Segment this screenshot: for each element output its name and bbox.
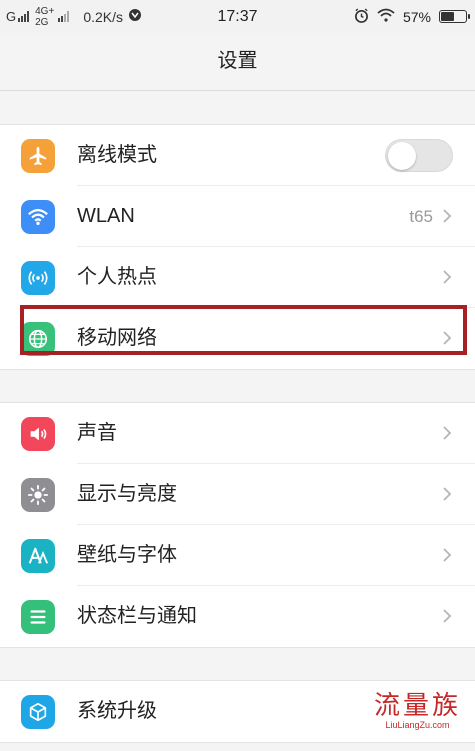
settings-item-label: 壁纸与字体 — [77, 544, 177, 566]
chevron-right-icon — [443, 331, 452, 345]
settings-item-label: 个人热点 — [77, 266, 157, 288]
page-title: 设置 — [217, 50, 258, 72]
settings-item-airplane-mode[interactable]: 离线模式 — [0, 125, 475, 186]
airplane-mode-toggle[interactable] — [385, 139, 453, 172]
chevron-right-icon — [443, 548, 452, 562]
settings-group-display: 声音 显示与亮度 壁纸与字体 状态栏与通知 — [0, 402, 475, 648]
battery-icon — [439, 10, 470, 23]
settings-item-label: 系统升级 — [77, 700, 157, 722]
notification-icon — [21, 600, 55, 634]
brightness-icon — [21, 478, 55, 512]
globe-icon — [21, 322, 55, 356]
settings-item-label: 状态栏与通知 — [77, 605, 197, 627]
airplane-icon — [21, 139, 55, 173]
settings-item-label: 离线模式 — [77, 144, 157, 166]
settings-item-label: WLAN — [77, 205, 135, 227]
settings-item-display-brightness[interactable]: 显示与亮度 — [0, 464, 475, 525]
alarm-icon — [354, 7, 369, 26]
chevron-right-icon — [443, 426, 452, 440]
settings-item-wallpaper-font[interactable]: 壁纸与字体 — [0, 525, 475, 586]
wifi-icon — [21, 200, 55, 234]
watermark: 流量族 LiuLiangZu.com — [374, 692, 461, 731]
status-bar: G 4G+ 2G 0.2K/s 17:37 57% — [0, 0, 475, 33]
speaker-icon — [21, 417, 55, 451]
watermark-logo: 流量族 — [373, 691, 461, 721]
settings-item-sound[interactable]: 声音 — [0, 403, 475, 464]
settings-item-label: 显示与亮度 — [77, 483, 177, 505]
settings-item-hotspot[interactable]: 个人热点 — [0, 247, 475, 308]
settings-item-statusbar-notifications[interactable]: 状态栏与通知 — [0, 586, 475, 647]
font-icon — [21, 539, 55, 573]
chevron-right-icon — [443, 487, 452, 501]
hotspot-icon — [21, 261, 55, 295]
chevron-right-icon — [443, 209, 452, 223]
watermark-url: LiuLiangZu.com — [385, 720, 450, 730]
settings-item-label: 移动网络 — [77, 327, 157, 349]
settings-item-wlan[interactable]: WLAN t65 — [0, 186, 475, 247]
settings-group-network: 离线模式 WLAN t65 个人热点 移动网络 — [0, 124, 475, 370]
settings-item-label: 声音 — [77, 422, 117, 444]
title-bar: 设置 — [0, 33, 475, 91]
status-right: 57% — [354, 0, 470, 33]
wifi-status-icon — [377, 8, 395, 25]
settings-item-mobile-network[interactable]: 移动网络 — [0, 308, 475, 369]
wlan-network-name: t65 — [409, 207, 433, 226]
battery-percent: 57% — [402, 8, 431, 25]
chevron-right-icon — [443, 270, 452, 284]
chevron-right-icon — [443, 609, 452, 623]
upgrade-icon — [21, 695, 55, 729]
